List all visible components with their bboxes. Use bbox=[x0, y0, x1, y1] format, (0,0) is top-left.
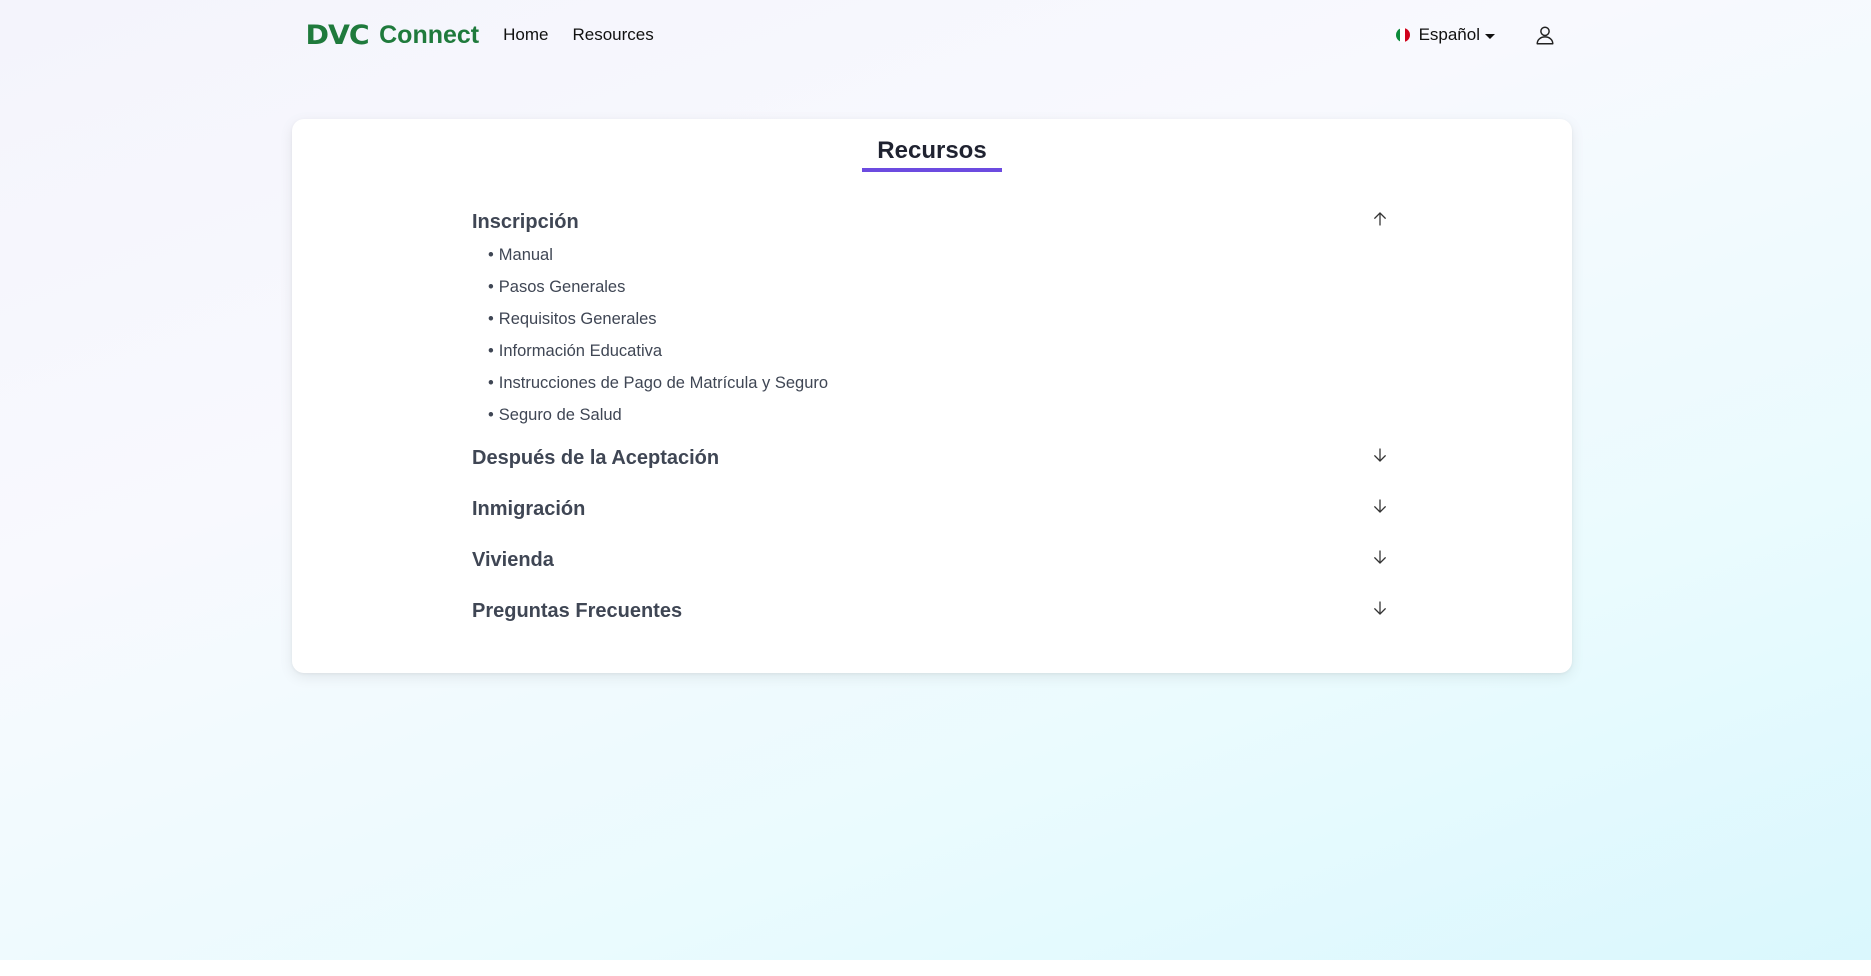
top-navbar: DVC Connect Home Resources Español bbox=[305, 0, 1557, 70]
arrow-down-icon[interactable] bbox=[1371, 497, 1389, 515]
list-item-requisitos-generales[interactable]: • Requisitos Generales bbox=[488, 303, 1392, 335]
section-header-vivienda[interactable]: Vivienda bbox=[472, 543, 1392, 577]
section-title: Después de la Aceptación bbox=[472, 447, 720, 469]
arrow-up-icon[interactable] bbox=[1371, 210, 1389, 228]
user-account-button[interactable] bbox=[1533, 23, 1557, 47]
dvc-logo: DVC bbox=[305, 19, 369, 51]
section-title: Vivienda bbox=[472, 549, 554, 571]
nav-link-resources[interactable]: Resources bbox=[572, 25, 653, 45]
section-title: Preguntas Frecuentes bbox=[472, 600, 683, 622]
brand-logo-link[interactable]: DVC Connect bbox=[305, 19, 480, 51]
section-title: Inscripción bbox=[472, 211, 579, 233]
caret-down-icon bbox=[1485, 33, 1495, 39]
page-title: Recursos bbox=[862, 137, 1002, 172]
page-bottom-strip bbox=[0, 960, 1871, 976]
list-item-informacion-educativa[interactable]: • Información Educativa bbox=[488, 335, 1392, 367]
section-preguntas-frecuentes: Preguntas Frecuentes bbox=[472, 594, 1392, 628]
resources-card: Recursos Inscripción • Manual • Pasos Gene… bbox=[292, 119, 1572, 673]
brand-name: Connect bbox=[379, 20, 480, 49]
mexico-flag-icon bbox=[1395, 28, 1410, 42]
section-inscripcion: Inscripción • Manual • Pasos Generales • Re… bbox=[472, 205, 1392, 431]
section-header-inmigracion[interactable]: Inmigración bbox=[472, 492, 1392, 526]
arrow-down-icon[interactable] bbox=[1371, 548, 1389, 566]
section-despues-aceptacion: Después de la Aceptación bbox=[472, 441, 1392, 475]
arrow-down-icon[interactable] bbox=[1371, 446, 1389, 464]
language-dropdown[interactable]: Español bbox=[1395, 25, 1495, 45]
section-vivienda: Vivienda bbox=[472, 543, 1392, 577]
section-header-preguntas-frecuentes[interactable]: Preguntas Frecuentes bbox=[472, 594, 1392, 628]
arrow-down-icon[interactable] bbox=[1371, 599, 1389, 617]
section-header-inscripcion[interactable]: Inscripción bbox=[472, 205, 1392, 239]
resources-accordion: Inscripción • Manual • Pasos Generales • Re… bbox=[472, 205, 1392, 645]
list-item-pasos-generales[interactable]: • Pasos Generales bbox=[488, 271, 1392, 303]
nav-link-home[interactable]: Home bbox=[503, 25, 548, 45]
list-item-seguro-de-salud[interactable]: • Seguro de Salud bbox=[488, 399, 1392, 431]
list-item-instrucciones-pago[interactable]: • Instrucciones de Pago de Matrícula y Se… bbox=[488, 367, 1392, 399]
nav-right-group: Español bbox=[1395, 23, 1557, 47]
section-title: Inmigración bbox=[472, 498, 586, 520]
section-inmigracion: Inmigración bbox=[472, 492, 1392, 526]
user-icon bbox=[1536, 26, 1554, 45]
list-item-manual[interactable]: • Manual bbox=[488, 239, 1392, 271]
inscripcion-item-list: • Manual • Pasos Generales • Requisitos Gen… bbox=[472, 239, 1392, 431]
language-label: Español bbox=[1418, 25, 1480, 44]
section-header-despues-aceptacion[interactable]: Después de la Aceptación bbox=[472, 441, 1392, 475]
